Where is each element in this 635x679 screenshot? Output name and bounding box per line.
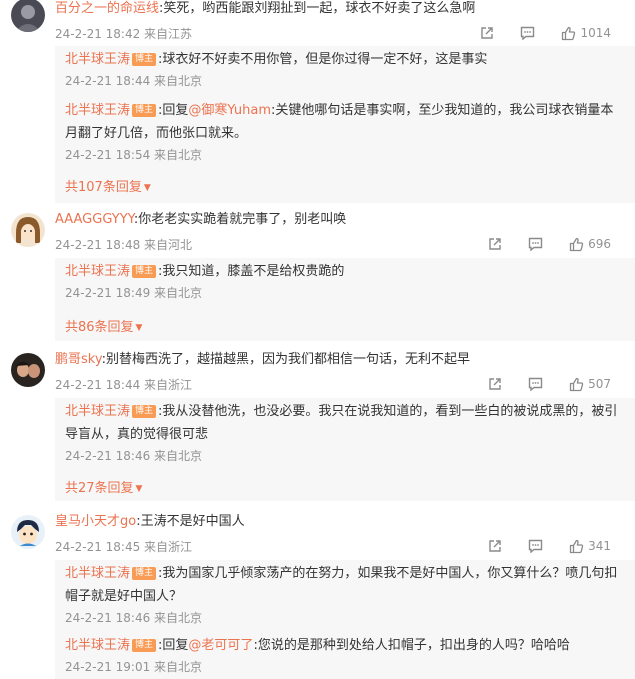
share-icon[interactable] — [488, 237, 502, 251]
more-replies-label: 共107条回复 — [65, 180, 142, 195]
share-icon[interactable] — [480, 26, 494, 40]
share-icon[interactable] — [488, 539, 502, 553]
avatar[interactable] — [11, 213, 45, 247]
avatar[interactable] — [11, 0, 45, 32]
mention-link[interactable]: @老可可了 — [188, 638, 253, 653]
author-badge: 博主 — [132, 104, 157, 117]
reply-item: 北半球王涛 博主:我为国家几乎倾家荡产的在努力，如果我不是好中国人，你又算什么？喷… — [65, 562, 623, 626]
mention-link[interactable]: @御寒Yuham — [188, 103, 271, 118]
comment-icon[interactable] — [528, 539, 543, 553]
comment-icon[interactable] — [528, 377, 543, 391]
more-replies-link[interactable]: 共27条回复 ▼ — [65, 477, 142, 496]
reply-item: 北半球王涛 博主:我只知道，膝盖不是给权贵跪的 24-2-21 18:49 来自北… — [65, 260, 623, 301]
triangle-down-icon: ▼ — [143, 183, 151, 193]
thumbs-up-icon[interactable]: 341 — [569, 539, 611, 554]
more-replies-label: 共86条回复 — [65, 320, 134, 335]
thumbs-up-icon[interactable]: 696 — [569, 237, 611, 252]
comment-thread: 皇马小天才go:王涛不是好中国人 24-2-21 18:45 来自浙江 341 … — [0, 513, 635, 679]
more-replies-link[interactable]: 共107条回复 ▼ — [65, 176, 151, 195]
reply-username[interactable]: 北半球王涛 — [65, 638, 130, 653]
thumbs-up-icon[interactable]: 507 — [569, 377, 611, 392]
reply-username[interactable]: 北半球王涛 — [65, 264, 130, 279]
reply-meta: 24-2-21 18:46 来自北京 — [65, 611, 203, 625]
like-count: 341 — [588, 539, 611, 553]
reply-box: 北半球王涛 博主:球衣好不好卖不用你管，但是你过得一定不好，这是事实 24-2-2… — [55, 46, 635, 203]
comment-body: :笑死，哟西能跟刘翔扯到一起，球衣不好卖了这么急啊 — [159, 1, 476, 16]
reply-prefix: :回复 — [158, 103, 189, 118]
comment-actions: 341 — [462, 537, 611, 555]
reply-body: :我只知道，膝盖不是给权贵跪的 — [158, 264, 345, 279]
comment-actions: 507 — [462, 375, 611, 393]
comment-actions: 1014 — [454, 24, 611, 42]
triangle-down-icon: ▼ — [135, 484, 143, 494]
comment-body: :王涛不是好中国人 — [136, 514, 245, 529]
reply-box: 北半球王涛 博主:我从没替他洗，也没必要。我只在说我知道的，看到一些白的被说成黑的… — [55, 398, 635, 501]
author-badge: 博主 — [132, 265, 157, 278]
reply-meta: 24-2-21 18:54 来自北京 — [65, 148, 203, 162]
author-badge: 博主 — [132, 405, 157, 418]
author-badge: 博主 — [132, 639, 157, 652]
reply-box: 北半球王涛 博主:我只知道，膝盖不是给权贵跪的 24-2-21 18:49 来自北… — [55, 258, 635, 341]
author-badge: 博主 — [132, 567, 157, 580]
like-count: 696 — [588, 237, 611, 251]
comment-text: 鹏哥sky:别替梅西洗了，越描越黑，因为我们都相信一句话，无利不起早 — [55, 351, 470, 369]
reply-body: :您说的是那种到处给人扣帽子，扣出身的人吗？哈哈哈 — [253, 638, 570, 653]
reply-meta: 24-2-21 18:44 来自北京 — [65, 74, 203, 88]
comment-icon[interactable] — [528, 237, 543, 251]
comment-thread: 百分之一的命运线:笑死，哟西能跟刘翔扯到一起，球衣不好卖了这么急啊 24-2-2… — [0, 0, 635, 205]
comment-body: :你老老实实跪着就完事了，别老叫唤 — [133, 212, 347, 227]
reply-item: 北半球王涛 博主:球衣好不好卖不用你管，但是你过得一定不好，这是事实 24-2-2… — [65, 48, 623, 89]
reply-meta: 24-2-21 18:49 来自北京 — [65, 286, 203, 300]
like-count: 507 — [588, 377, 611, 391]
like-count: 1014 — [580, 26, 611, 40]
reply-username[interactable]: 北半球王涛 — [65, 404, 130, 419]
reply-meta: 24-2-21 19:01 来自北京 — [65, 660, 203, 674]
username-link[interactable]: AAAGGGYYY — [55, 212, 134, 227]
comment-meta: 24-2-21 18:44 来自浙江 — [55, 378, 193, 392]
username-link[interactable]: 皇马小天才go — [55, 514, 136, 529]
share-icon[interactable] — [488, 377, 502, 391]
more-replies-label: 共27条回复 — [65, 481, 134, 496]
reply-username[interactable]: 北半球王涛 — [65, 566, 130, 581]
triangle-down-icon: ▼ — [135, 323, 143, 333]
comment-meta: 24-2-21 18:48 来自河北 — [55, 238, 193, 252]
reply-meta: 24-2-21 18:46 来自北京 — [65, 449, 203, 463]
username-link[interactable]: 百分之一的命运线 — [55, 1, 159, 16]
comment-actions: 696 — [462, 235, 611, 253]
comment-meta: 24-2-21 18:42 来自江苏 — [55, 27, 193, 41]
reply-username[interactable]: 北半球王涛 — [65, 103, 130, 118]
reply-box: 北半球王涛 博主:我为国家几乎倾家荡产的在努力，如果我不是好中国人，你又算什么？喷… — [55, 560, 635, 679]
username-link[interactable]: 鹏哥sky — [55, 352, 102, 367]
avatar[interactable] — [11, 353, 45, 387]
reply-username[interactable]: 北半球王涛 — [65, 52, 130, 67]
comment-meta: 24-2-21 18:45 来自浙江 — [55, 540, 193, 554]
reply-item: 北半球王涛 博主:回复@老可可了:您说的是那种到处给人扣帽子，扣出身的人吗？哈哈哈… — [65, 634, 623, 675]
comment-icon[interactable] — [520, 26, 535, 40]
comment-thread: 鹏哥sky:别替梅西洗了，越描越黑，因为我们都相信一句话，无利不起早 24-2-… — [0, 351, 635, 501]
reply-item: 北半球王涛 博主:我从没替他洗，也没必要。我只在说我知道的，看到一些白的被说成黑的… — [65, 400, 623, 464]
author-badge: 博主 — [132, 53, 157, 66]
comment-text: AAAGGGYYY:你老老实实跪着就完事了，别老叫唤 — [55, 211, 346, 229]
comment-text: 百分之一的命运线:笑死，哟西能跟刘翔扯到一起，球衣不好卖了这么急啊 — [55, 0, 475, 18]
comment-thread: AAAGGGYYY:你老老实实跪着就完事了，别老叫唤 24-2-21 18:48… — [0, 211, 635, 341]
thumbs-up-icon[interactable]: 1014 — [561, 26, 611, 41]
comment-text: 皇马小天才go:王涛不是好中国人 — [55, 513, 245, 531]
avatar[interactable] — [11, 515, 45, 549]
reply-item: 北半球王涛 博主:回复@御寒Yuham:关键他哪句话是事实啊，至少我知道的，我公司… — [65, 99, 623, 163]
reply-prefix: :回复 — [158, 638, 189, 653]
comment-body: :别替梅西洗了，越描越黑，因为我们都相信一句话，无利不起早 — [101, 352, 470, 367]
reply-body: :球衣好不好卖不用你管，但是你过得一定不好，这是事实 — [158, 52, 488, 67]
more-replies-link[interactable]: 共86条回复 ▼ — [65, 316, 142, 335]
